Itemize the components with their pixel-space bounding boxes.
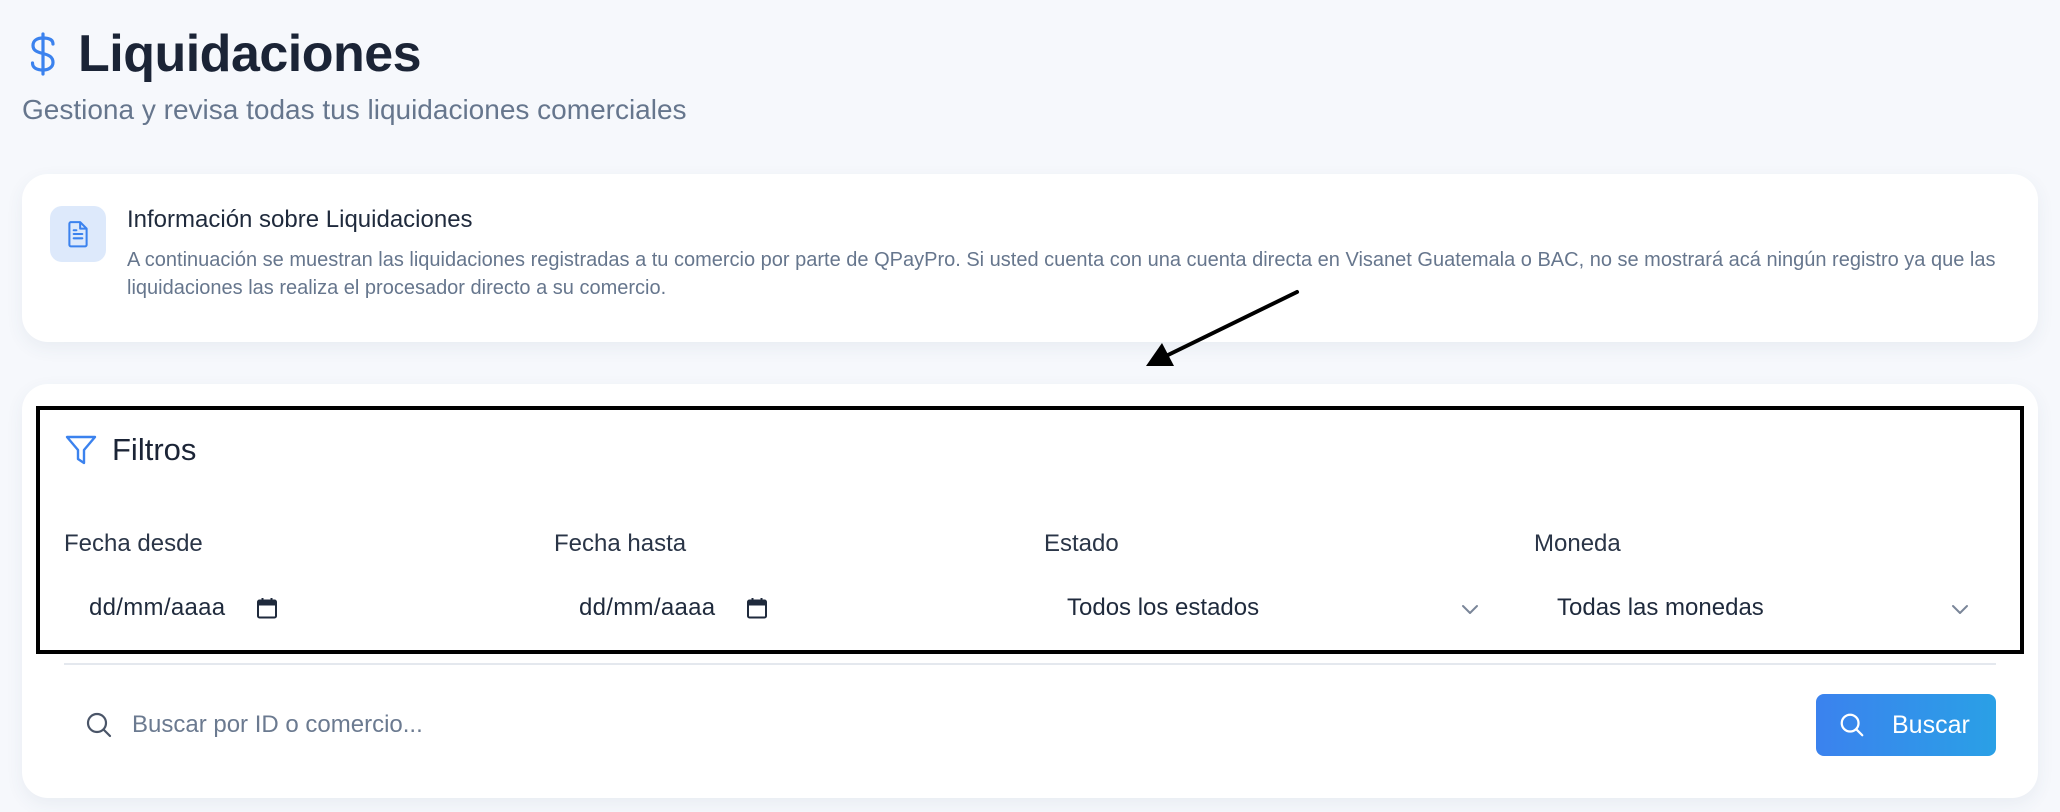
estado-select[interactable]: Todos los estados [1044,586,1484,630]
fecha-hasta-value: dd/mm/aaaa [579,594,716,621]
divider [64,663,1996,665]
page: Liquidaciones Gestiona y revisa todas tu… [0,0,2060,812]
moneda-selected-value: Todas las monedas [1557,594,1764,621]
calendar-icon[interactable] [255,596,279,620]
fecha-hasta-field: Fecha hasta dd/mm/aaaa [554,530,1014,621]
fecha-hasta-label: Fecha hasta [554,530,687,557]
info-icon-box [50,206,106,262]
search-input[interactable] [132,711,1732,739]
fecha-desde-label: Fecha desde [64,530,203,557]
info-title: Información sobre Liquidaciones [127,206,473,233]
search-button-label: Buscar [1892,710,1970,739]
fecha-hasta-input[interactable]: dd/mm/aaaa [554,586,769,630]
page-subtitle: Gestiona y revisa todas tus liquidacione… [22,94,687,125]
annotation-arrow-icon [1146,290,1299,366]
fecha-desde-input[interactable]: dd/mm/aaaa [64,586,279,630]
search-button[interactable]: Buscar [1816,694,1996,756]
calendar-icon[interactable] [745,596,769,620]
moneda-label: Moneda [1534,530,1621,557]
chevron-down-icon [1462,605,1478,614]
search-icon [86,712,112,738]
filters-heading: Filtros [64,432,196,468]
estado-selected-value: Todos los estados [1067,594,1260,621]
dollar-icon [30,32,55,76]
page-title: Liquidaciones [78,25,422,83]
info-card: Información sobre Liquidaciones A contin… [22,174,2038,342]
info-description: A continuación se muestran las liquidaci… [127,249,1996,299]
moneda-field: Moneda Todas las monedas [1534,530,1974,621]
document-icon [68,221,88,248]
search-icon [1840,713,1864,737]
fecha-desde-field: Fecha desde dd/mm/aaaa [64,530,524,621]
chevron-down-icon [1952,605,1968,614]
page-header: Liquidaciones [26,24,422,84]
moneda-select[interactable]: Todas las monedas [1534,586,1974,630]
estado-label: Estado [1044,530,1119,557]
filters-title: Filtros [112,432,197,467]
filter-icon [65,435,97,465]
fecha-desde-value: dd/mm/aaaa [89,594,226,621]
search-bar [64,694,1804,756]
estado-field: Estado Todos los estados [1044,530,1484,621]
